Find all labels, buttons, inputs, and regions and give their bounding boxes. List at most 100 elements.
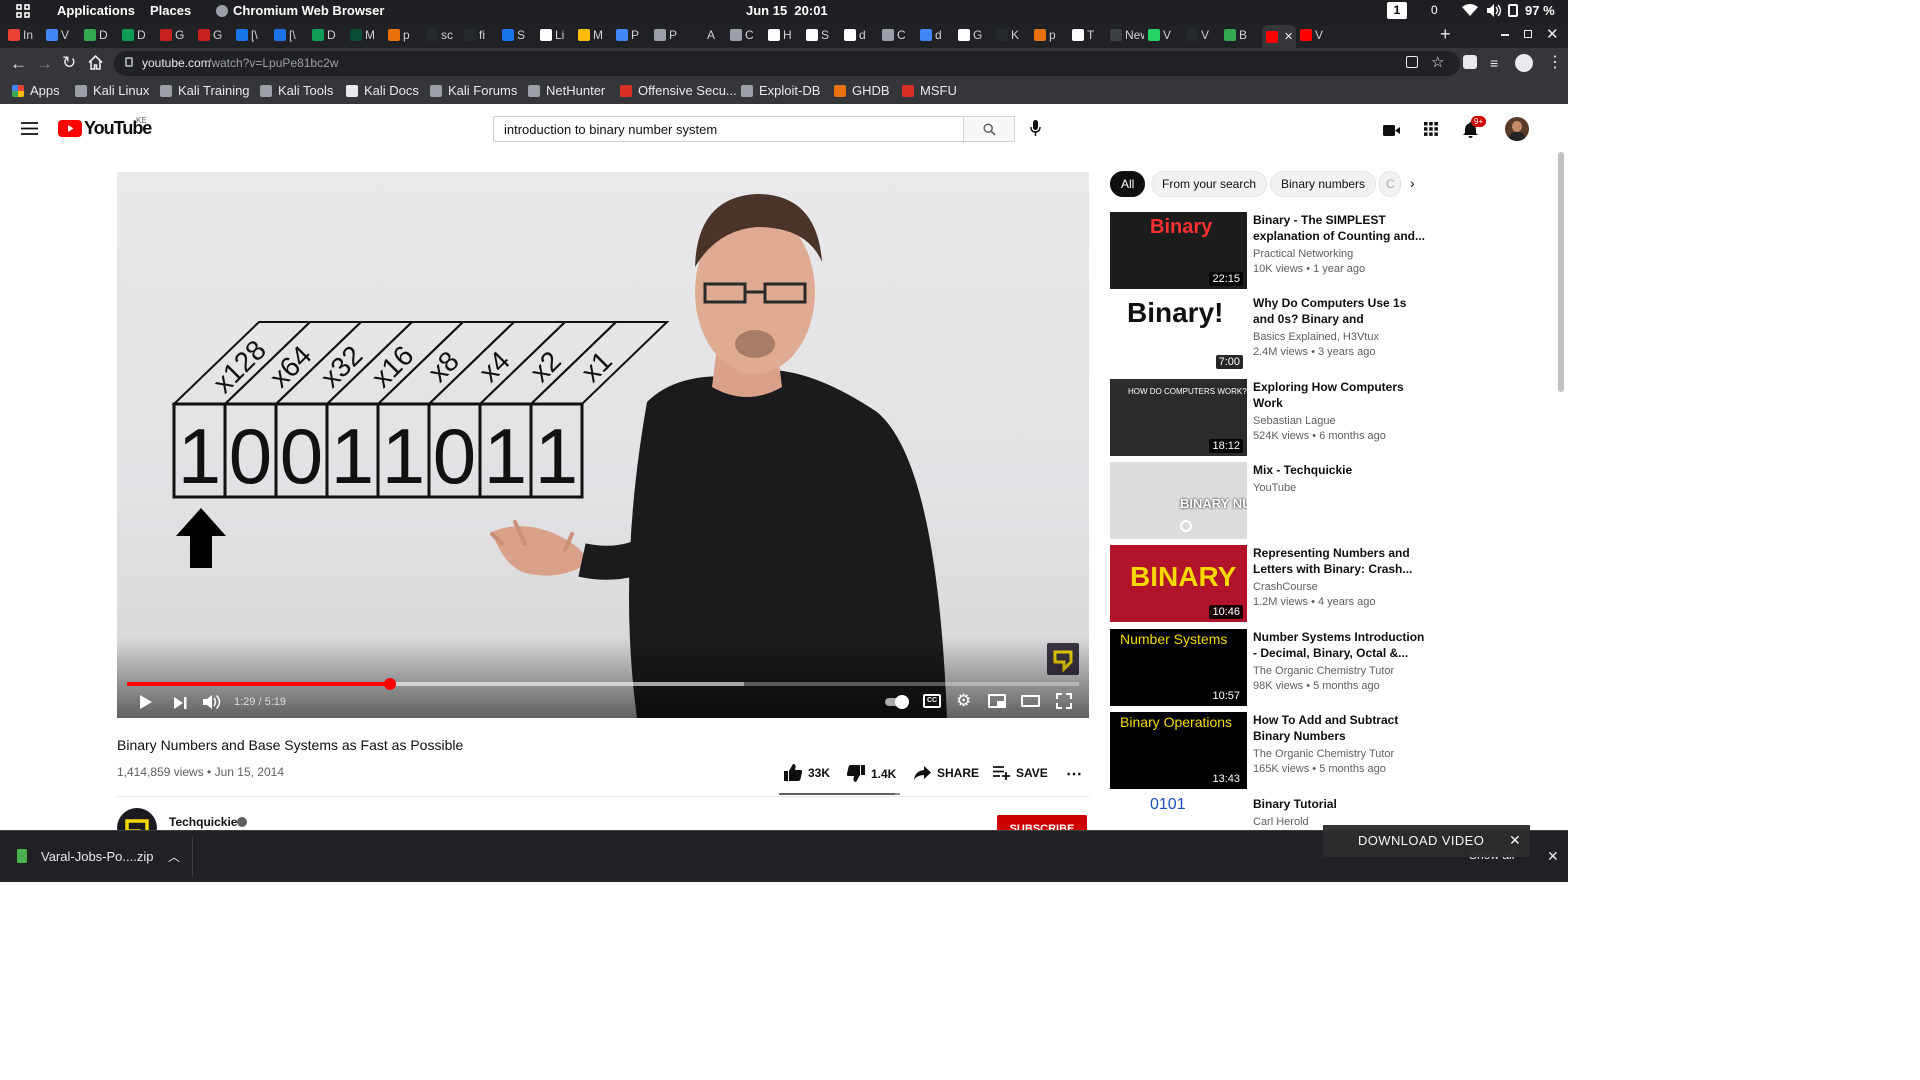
browser-tab[interactable]: S (502, 25, 536, 45)
active-app-name[interactable]: Chromium Web Browser (233, 3, 384, 18)
address-bar[interactable]: youtube.com /watch?v=LpuPe81bc2w ☆ (114, 51, 1460, 76)
browser-tab[interactable]: K (996, 25, 1030, 45)
power-icon[interactable] (1508, 4, 1518, 17)
browser-tab[interactable]: M (350, 25, 384, 45)
more-actions-icon[interactable]: ⋯ (1066, 764, 1082, 784)
video-thumbnail[interactable]: BINARY 10:46 (1110, 545, 1247, 622)
browser-tab[interactable]: New (1110, 25, 1144, 45)
zip-file-icon[interactable] (17, 849, 27, 863)
search-box[interactable]: introduction to binary number system (493, 116, 964, 142)
minimize-icon[interactable] (1501, 34, 1509, 36)
related-video-channel[interactable]: CrashCourse (1253, 581, 1318, 593)
account-avatar[interactable] (1505, 117, 1529, 141)
browser-tab[interactable]: [\ (274, 25, 308, 45)
browser-tab[interactable]: P (654, 25, 688, 45)
related-video-channel[interactable]: The Organic Chemistry Tutor (1253, 748, 1394, 760)
browser-tab[interactable]: D (122, 25, 156, 45)
browser-tab[interactable]: sc (426, 25, 460, 45)
theater-mode-icon[interactable] (1021, 695, 1040, 707)
save-button[interactable]: SAVE (993, 766, 1048, 780)
install-app-icon[interactable] (1406, 56, 1418, 68)
new-tab-button[interactable]: + (1440, 24, 1451, 45)
create-video-icon[interactable] (1383, 123, 1400, 141)
miniplayer-icon[interactable] (988, 694, 1006, 708)
forward-icon[interactable]: → (36, 54, 53, 74)
browser-tab[interactable]: B (1224, 25, 1258, 45)
lock-icon[interactable] (125, 57, 133, 67)
related-video-channel[interactable]: Basics Explained, H3Vtux (1253, 331, 1379, 343)
fullscreen-icon[interactable] (1056, 693, 1072, 714)
browser-tab[interactable]: M (578, 25, 612, 45)
related-video-item[interactable]: HOW DO COMPUTERS WORK? 18:12 Exploring How… (1110, 379, 1420, 457)
close-shelf-icon[interactable]: ✕ (1547, 848, 1559, 865)
close-tab-icon[interactable]: ✕ (1284, 30, 1293, 43)
browser-tab[interactable]: p (388, 25, 422, 45)
browser-tab[interactable]: ✕ (1262, 25, 1296, 48)
browser-tab[interactable]: In (8, 25, 42, 45)
browser-tab[interactable]: V (46, 25, 80, 45)
apps-shortcut[interactable]: Apps (12, 83, 60, 98)
related-video-title[interactable]: Why Do Computers Use 1s and 0s? Binary a… (1253, 295, 1425, 327)
settings-gear-icon[interactable]: ⚙ (956, 691, 971, 711)
browser-tab[interactable]: C (730, 25, 764, 45)
notifications-badge[interactable]: 9+ (1471, 116, 1487, 127)
browser-tab[interactable]: S (806, 25, 840, 45)
profile-icon[interactable] (1515, 54, 1533, 72)
related-video-title[interactable]: Binary Tutorial (1253, 796, 1420, 812)
close-popup-icon[interactable]: ✕ (1509, 832, 1521, 849)
sidebar-scrollbar[interactable] (1558, 152, 1564, 392)
browser-tab[interactable]: T (1072, 25, 1106, 45)
related-video-channel[interactable]: YouTube (1253, 482, 1296, 494)
bookmark-item[interactable]: Exploit-DB (741, 83, 820, 98)
video-thumbnail[interactable]: Binary 22:15 (1110, 212, 1247, 289)
related-video-title[interactable]: Representing Numbers and Letters with Bi… (1253, 545, 1425, 577)
browser-tab[interactable]: V (1186, 25, 1220, 45)
browser-tab[interactable]: A (692, 25, 726, 45)
like-button[interactable]: 33K (784, 764, 830, 781)
browser-tab[interactable]: P (616, 25, 650, 45)
wifi-icon[interactable] (1462, 4, 1478, 20)
volume-button-icon[interactable] (203, 694, 221, 715)
browser-tab[interactable]: D (84, 25, 118, 45)
related-video-title[interactable]: Binary - The SIMPLEST explanation of Cou… (1253, 212, 1425, 244)
browser-tab[interactable]: G (160, 25, 194, 45)
video-thumbnail[interactable]: Number Systems 10:57 (1110, 629, 1247, 706)
bookmark-item[interactable]: Offensive Secu... (620, 83, 737, 98)
filter-chip[interactable]: All (1110, 171, 1146, 197)
video-thumbnail[interactable]: BINARY NUMBERS (1110, 462, 1247, 539)
extensions-icon[interactable] (1463, 55, 1477, 69)
close-window-icon[interactable]: ✕ (1546, 25, 1559, 43)
related-video-title[interactable]: How To Add and Subtract Binary Numbers (1253, 712, 1425, 744)
related-video-item[interactable]: Number Systems 10:57 Number Systems Introd… (1110, 629, 1424, 707)
browser-tab[interactable]: d (844, 25, 878, 45)
next-video-icon[interactable] (174, 696, 187, 714)
browser-tab[interactable]: G (958, 25, 992, 45)
filter-chip[interactable]: Binary numbers (1270, 171, 1377, 197)
hamburger-menu-icon[interactable] (21, 122, 38, 140)
url-domain[interactable]: youtube.com (142, 56, 211, 70)
download-filename[interactable]: Varal-Jobs-Po....zip (41, 849, 153, 864)
progress-scrubber[interactable] (383, 678, 396, 690)
filter-chip[interactable]: C (1379, 171, 1401, 197)
bookmark-item[interactable]: Kali Tools (260, 83, 333, 98)
browser-tab[interactable]: V (1300, 25, 1334, 45)
browser-tab[interactable]: V (1148, 25, 1182, 45)
browser-tab[interactable]: [\ (236, 25, 270, 45)
browser-tab[interactable]: H (768, 25, 802, 45)
related-video-title[interactable]: Mix - Techquickie (1253, 462, 1425, 478)
bookmark-item[interactable]: GHDB (834, 83, 890, 98)
bookmark-star-icon[interactable]: ☆ (1431, 53, 1444, 71)
video-thumbnail[interactable]: 0101 (1110, 796, 1247, 830)
back-icon[interactable]: ← (10, 54, 27, 74)
related-video-title[interactable]: Number Systems Introduction - Decimal, B… (1253, 629, 1425, 661)
video-player[interactable]: x128 x64 x32 x16 x8 x4 x2 x1 1 0 0 1 1 0 1 1 (117, 172, 1089, 718)
dislike-button[interactable]: 1.4K (847, 765, 896, 782)
browser-tab[interactable]: G (198, 25, 232, 45)
video-thumbnail[interactable]: Binary Operations 13:43 (1110, 712, 1247, 789)
related-video-channel[interactable]: Carl Herold (1253, 816, 1309, 828)
battery-percent[interactable]: 97 % (1525, 3, 1555, 18)
browser-tab[interactable]: fi (464, 25, 498, 45)
search-input[interactable]: introduction to binary number system (504, 122, 717, 137)
browser-tab[interactable]: Li (540, 25, 574, 45)
bookmark-item[interactable]: Kali Docs (346, 83, 419, 98)
